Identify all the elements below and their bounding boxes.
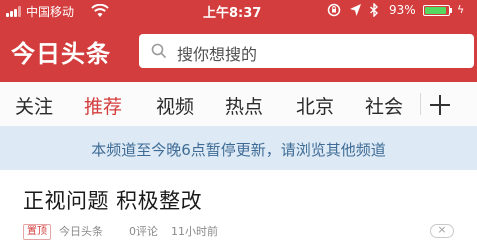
article-time: 11小时前 (171, 225, 218, 238)
tab-beijing[interactable]: 北京 (296, 92, 334, 119)
status-time: 上午8:37 (203, 6, 262, 21)
pinned-badge: 置顶 (23, 224, 51, 240)
tab-video[interactable]: 视频 (156, 92, 194, 119)
search-placeholder: 搜你想搜的 (177, 45, 258, 64)
tab-society[interactable]: 社会 (365, 92, 403, 119)
battery-tip (450, 8, 452, 13)
status-bar: 中国移动 上午8:37 93% ϟ (0, 0, 477, 22)
article-source[interactable]: 今日头条 (59, 224, 103, 240)
tab-hot[interactable]: 热点 (225, 92, 263, 119)
tab-recommend[interactable]: 推荐 (84, 92, 122, 119)
search-input[interactable]: 搜你想搜的 (139, 34, 474, 68)
status-right-group: 93% ϟ (327, 3, 475, 19)
carrier-name: 中国移动 (26, 5, 75, 19)
wifi-icon (91, 4, 109, 17)
tab-follow[interactable]: 关注 (15, 92, 53, 119)
battery-percent: 93% (389, 3, 416, 17)
notice-text: 本频道至今晚6点暂停更新，请浏览其他频道 (91, 141, 386, 159)
search-icon (151, 43, 167, 59)
tab-divider (420, 93, 421, 115)
lock-rotation-icon (327, 3, 341, 17)
app-logo[interactable]: 今日头条 (11, 34, 111, 69)
article-title[interactable]: 正视问题 积极整改 (23, 185, 202, 215)
charging-icon: ϟ (457, 3, 465, 16)
add-channel-icon[interactable] (430, 95, 450, 115)
article-comments: 0评论 (129, 225, 158, 238)
location-icon (350, 4, 361, 16)
close-icon: × (437, 223, 447, 236)
battery-icon (423, 5, 450, 16)
bluetooth-icon (370, 3, 379, 17)
signal-icon (6, 6, 24, 17)
battery-level-fill (425, 7, 447, 14)
dismiss-button[interactable]: × (430, 223, 454, 238)
channel-tabs: 关注 推荐 视频 热点 北京 社会 (0, 82, 477, 126)
notice-banner: 本频道至今晚6点暂停更新，请浏览其他频道 (0, 126, 477, 170)
